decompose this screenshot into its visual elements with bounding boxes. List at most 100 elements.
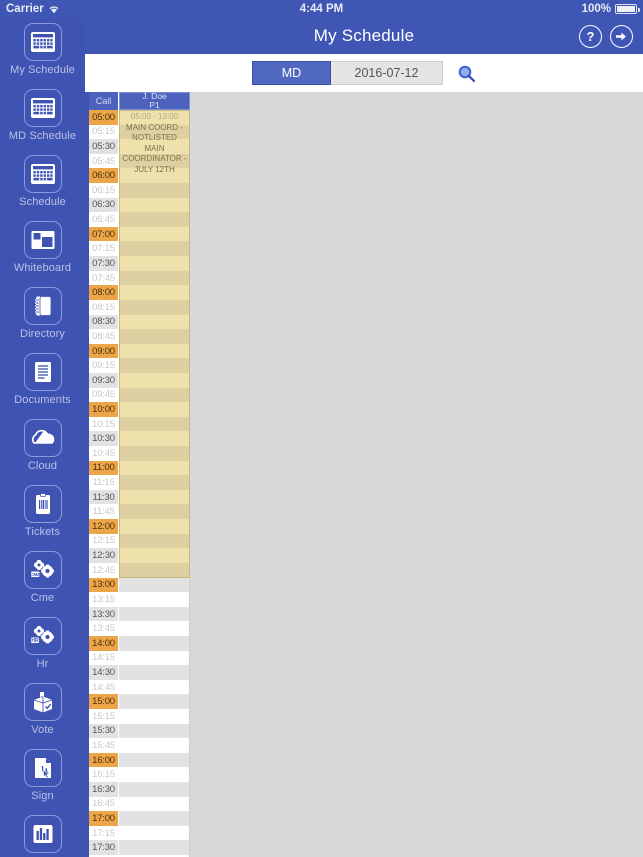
schedule-row[interactable]: 10:30 xyxy=(89,431,190,447)
schedule-slot-cell[interactable] xyxy=(119,665,190,680)
schedule-row[interactable]: 09:45 xyxy=(89,387,190,403)
sidebar-item-documents[interactable]: Documents xyxy=(0,348,85,414)
forward-arrow-circle-icon[interactable] xyxy=(610,24,633,48)
schedule-slot-cell[interactable] xyxy=(119,358,190,373)
schedule-slot-cell[interactable] xyxy=(119,592,190,607)
schedule-row[interactable]: 13:15 xyxy=(89,592,190,607)
schedule-row[interactable]: 07:15 xyxy=(89,241,190,257)
schedule-slot-cell[interactable] xyxy=(119,197,190,213)
schedule-row[interactable]: 06:00 xyxy=(89,168,190,184)
sidebar-item-cloud[interactable]: Cloud xyxy=(0,414,85,480)
sidebar-item-tickets[interactable]: Tickets xyxy=(0,480,85,546)
sidebar-item-schedule[interactable]: Schedule xyxy=(0,150,85,216)
schedule-slot-cell[interactable] xyxy=(119,372,190,388)
sidebar-item-reports[interactable] xyxy=(0,810,85,857)
schedule-row[interactable]: 07:45 xyxy=(89,270,190,286)
schedule-slot-cell[interactable] xyxy=(119,840,190,856)
schedule-slot-cell[interactable] xyxy=(119,285,190,300)
provider-column-header[interactable]: J. Doe P1 xyxy=(119,92,190,110)
schedule-slot-cell[interactable] xyxy=(119,796,190,812)
sidebar-item-my-schedule[interactable]: My Schedule xyxy=(0,18,85,84)
schedule-row[interactable]: 11:45 xyxy=(89,504,190,520)
schedule-row[interactable]: 15:45 xyxy=(89,738,190,753)
schedule-grid[interactable]: Call J. Doe P1 05:00 05:15 05:30 05:45 06:00… xyxy=(85,92,190,857)
schedule-slot-cell[interactable] xyxy=(119,767,190,783)
schedule-row[interactable]: 05:45 xyxy=(89,153,190,169)
schedule-slot-cell[interactable] xyxy=(119,708,190,724)
schedule-row[interactable]: 12:15 xyxy=(89,533,190,549)
question-circle-icon[interactable]: ? xyxy=(579,24,602,48)
schedule-row[interactable]: 06:45 xyxy=(89,212,190,227)
schedule-slot-cell[interactable] xyxy=(119,299,190,315)
schedule-slot-cell[interactable] xyxy=(119,533,190,549)
schedule-slot-cell[interactable] xyxy=(119,139,190,154)
sidebar-item-sign[interactable]: Sign xyxy=(0,744,85,810)
schedule-slot-cell[interactable] xyxy=(119,548,190,563)
schedule-slot-cell[interactable] xyxy=(119,621,190,636)
schedule-row[interactable]: 13:30 xyxy=(89,606,190,622)
sidebar-item-md-schedule[interactable]: MD Schedule xyxy=(0,84,85,150)
schedule-row[interactable]: 10:00 xyxy=(89,402,190,417)
schedule-slot-cell[interactable] xyxy=(119,562,190,578)
schedule-row[interactable]: 16:45 xyxy=(89,796,190,812)
schedule-row[interactable]: 08:45 xyxy=(89,329,190,344)
schedule-slot-cell[interactable] xyxy=(119,241,190,257)
schedule-slot-cell[interactable] xyxy=(119,124,190,140)
schedule-slot-cell[interactable] xyxy=(119,606,190,622)
schedule-row[interactable]: 10:15 xyxy=(89,416,190,432)
schedule-row[interactable]: 11:15 xyxy=(89,475,190,490)
schedule-slot-cell[interactable] xyxy=(119,460,190,476)
schedule-row[interactable]: 11:00 xyxy=(89,460,190,476)
schedule-row[interactable]: 13:45 xyxy=(89,621,190,636)
schedule-slot-cell[interactable] xyxy=(119,504,190,520)
schedule-slot-cell[interactable] xyxy=(119,475,190,490)
schedule-slot-cell[interactable] xyxy=(119,168,190,184)
sidebar-item-directory[interactable]: Directory xyxy=(0,282,85,348)
schedule-row[interactable]: 17:30 xyxy=(89,840,190,856)
schedule-slot-cell[interactable] xyxy=(119,402,190,417)
schedule-row[interactable]: 12:45 xyxy=(89,562,190,578)
role-filter-md-button[interactable]: MD xyxy=(252,61,331,85)
schedule-slot-cell[interactable] xyxy=(119,226,190,242)
schedule-row[interactable]: 08:00 xyxy=(89,285,190,300)
schedule-row[interactable]: 07:30 xyxy=(89,256,190,271)
schedule-row[interactable]: 16:30 xyxy=(89,782,190,797)
schedule-slot-cell[interactable] xyxy=(119,577,190,593)
schedule-row[interactable]: 05:30 xyxy=(89,139,190,154)
schedule-row[interactable]: 17:15 xyxy=(89,825,190,841)
schedule-slot-cell[interactable] xyxy=(119,752,190,768)
schedule-slot-cell[interactable] xyxy=(119,650,190,666)
schedule-slot-cell[interactable] xyxy=(119,314,190,330)
schedule-slot-cell[interactable] xyxy=(119,446,190,461)
schedule-row[interactable]: 07:00 xyxy=(89,226,190,242)
schedule-row[interactable]: 05:15 xyxy=(89,124,190,140)
schedule-slot-cell[interactable] xyxy=(119,825,190,841)
schedule-row[interactable]: 13:00 xyxy=(89,577,190,593)
schedule-slot-cell[interactable] xyxy=(119,738,190,753)
sidebar-item-vote[interactable]: Vote xyxy=(0,678,85,744)
schedule-slot-cell[interactable] xyxy=(119,343,190,359)
schedule-row[interactable]: 14:45 xyxy=(89,679,190,695)
schedule-row[interactable]: 09:00 xyxy=(89,343,190,359)
schedule-slot-cell[interactable] xyxy=(119,110,190,125)
schedule-row[interactable]: 06:30 xyxy=(89,197,190,213)
schedule-row[interactable]: 12:00 xyxy=(89,519,190,534)
schedule-slot-cell[interactable] xyxy=(119,270,190,286)
schedule-row[interactable]: 08:15 xyxy=(89,299,190,315)
sidebar[interactable]: My Schedule MD Schedule Schedule Whitebo… xyxy=(0,18,85,857)
schedule-row[interactable]: 14:30 xyxy=(89,665,190,680)
schedule-row[interactable]: 08:30 xyxy=(89,314,190,330)
schedule-slot-cell[interactable] xyxy=(119,212,190,227)
search-button[interactable] xyxy=(457,64,476,83)
schedule-slot-cell[interactable] xyxy=(119,635,190,651)
schedule-row[interactable]: 10:45 xyxy=(89,446,190,461)
schedule-slot-cell[interactable] xyxy=(119,153,190,169)
schedule-slot-cell[interactable] xyxy=(119,489,190,505)
schedule-slot-cell[interactable] xyxy=(119,329,190,344)
schedule-row[interactable]: 09:30 xyxy=(89,372,190,388)
schedule-row[interactable]: 12:30 xyxy=(89,548,190,563)
sidebar-item-hr[interactable]: HR Hr xyxy=(0,612,85,678)
schedule-row[interactable]: 14:15 xyxy=(89,650,190,666)
schedule-row[interactable]: 05:00 xyxy=(89,110,190,125)
schedule-slot-cell[interactable] xyxy=(119,694,190,709)
